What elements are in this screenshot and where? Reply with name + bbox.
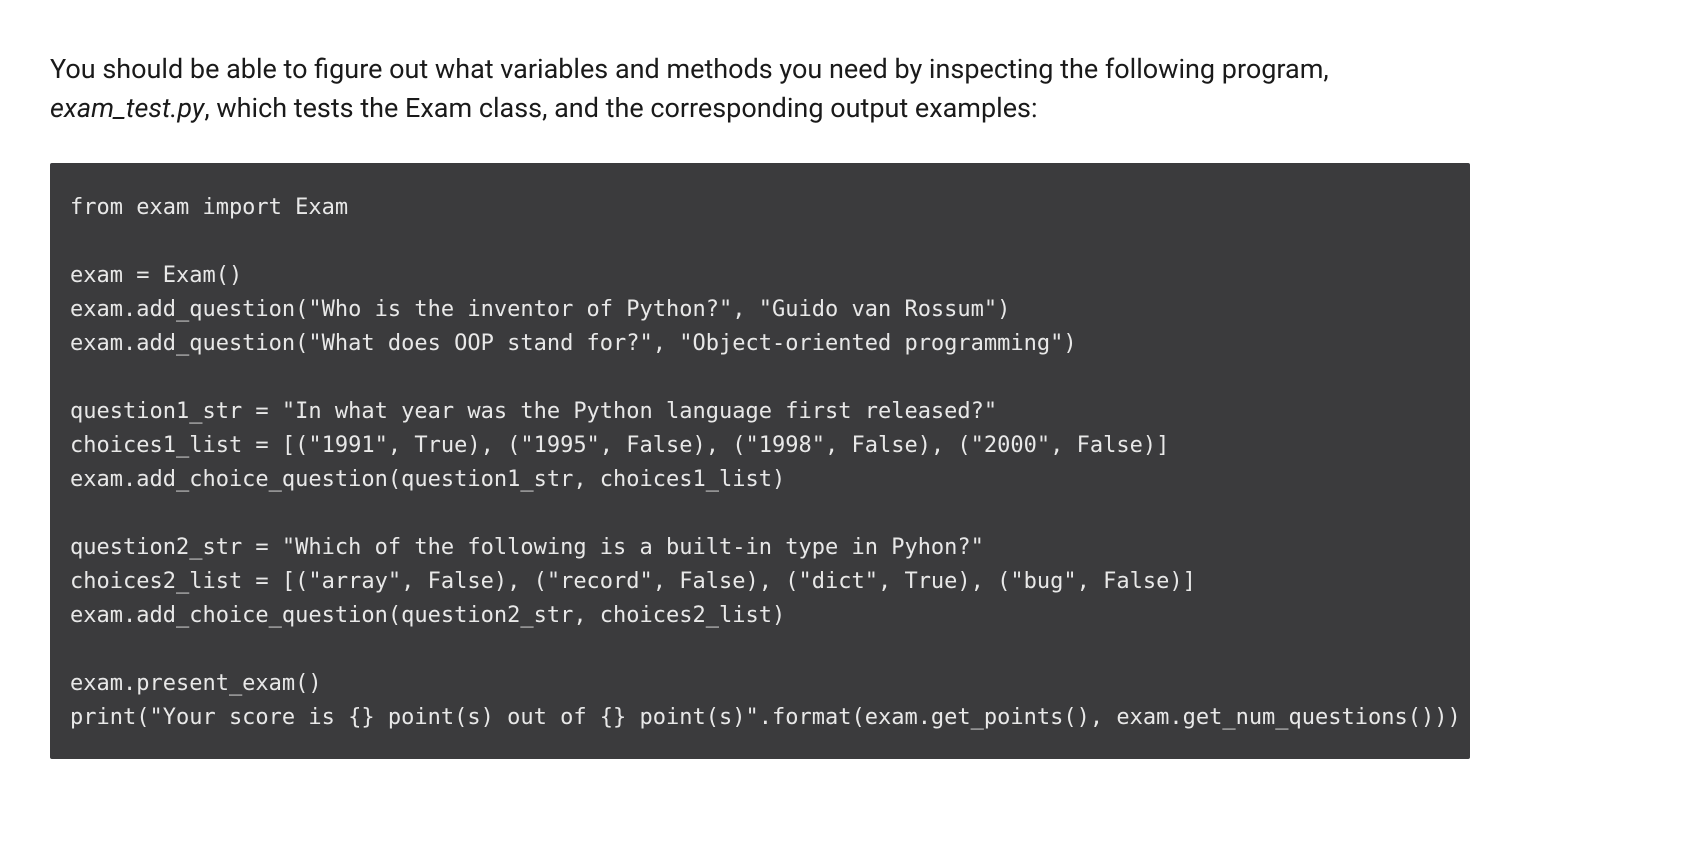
intro-text-after: , which tests the Exam class, and the co…: [204, 92, 1037, 124]
code-block: from exam import Exam exam = Exam() exam…: [50, 163, 1470, 759]
intro-filename: exam_test.py: [50, 92, 204, 124]
intro-paragraph: You should be able to figure out what va…: [50, 50, 1370, 128]
intro-text-before: You should be able to figure out what va…: [50, 53, 1329, 85]
code-content: from exam import Exam exam = Exam() exam…: [70, 195, 1461, 730]
